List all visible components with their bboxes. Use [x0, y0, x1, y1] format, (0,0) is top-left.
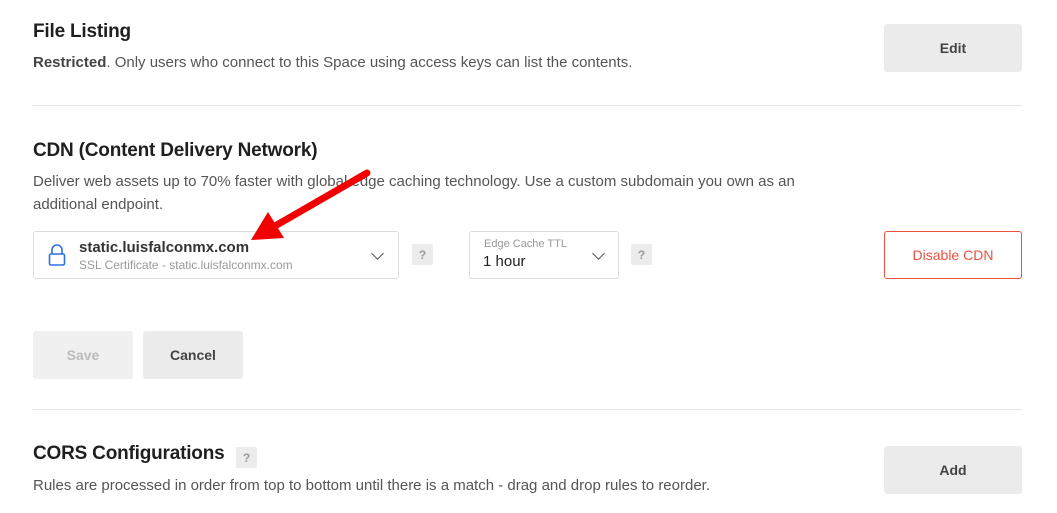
cancel-button[interactable]: Cancel — [143, 331, 243, 379]
cors-help-icon[interactable]: ? — [236, 447, 257, 468]
chevron-down-icon — [371, 247, 384, 260]
divider — [33, 409, 1022, 410]
ttl-help-icon[interactable]: ? — [631, 244, 652, 265]
edge-cache-ttl-label: Edge Cache TTL — [484, 238, 567, 250]
disable-cdn-button[interactable]: Disable CDN — [884, 231, 1022, 279]
cdn-endpoint-value: static.luisfalconmx.com — [79, 239, 250, 256]
edit-button[interactable]: Edit — [884, 24, 1022, 72]
save-button[interactable]: Save — [33, 331, 133, 379]
file-listing-title: File Listing — [33, 21, 131, 42]
edge-cache-ttl-select[interactable]: Edge Cache TTL 1 hour — [469, 231, 619, 279]
file-listing-desc-text: . Only users who connect to this Space u… — [106, 54, 633, 71]
divider — [33, 105, 1022, 106]
edge-cache-ttl-value: 1 hour — [483, 253, 526, 270]
endpoint-help-icon[interactable]: ? — [412, 244, 433, 265]
cdn-title: CDN (Content Delivery Network) — [33, 140, 318, 161]
cdn-description: Deliver web assets up to 70% faster with… — [33, 173, 795, 213]
cdn-endpoint-select[interactable]: static.luisfalconmx.com SSL Certificate … — [33, 231, 399, 279]
ssl-certificate-label: SSL Certificate - static.luisfalconmx.co… — [79, 258, 293, 272]
file-listing-description: Restricted. Only users who connect to th… — [33, 51, 632, 74]
chevron-down-icon — [592, 247, 605, 260]
file-listing-status: Restricted — [33, 54, 107, 71]
cors-title: CORS Configurations — [33, 443, 225, 464]
lock-icon — [48, 244, 66, 266]
add-cors-button[interactable]: Add — [884, 446, 1022, 494]
cors-description: Rules are processed in order from top to… — [33, 477, 711, 494]
